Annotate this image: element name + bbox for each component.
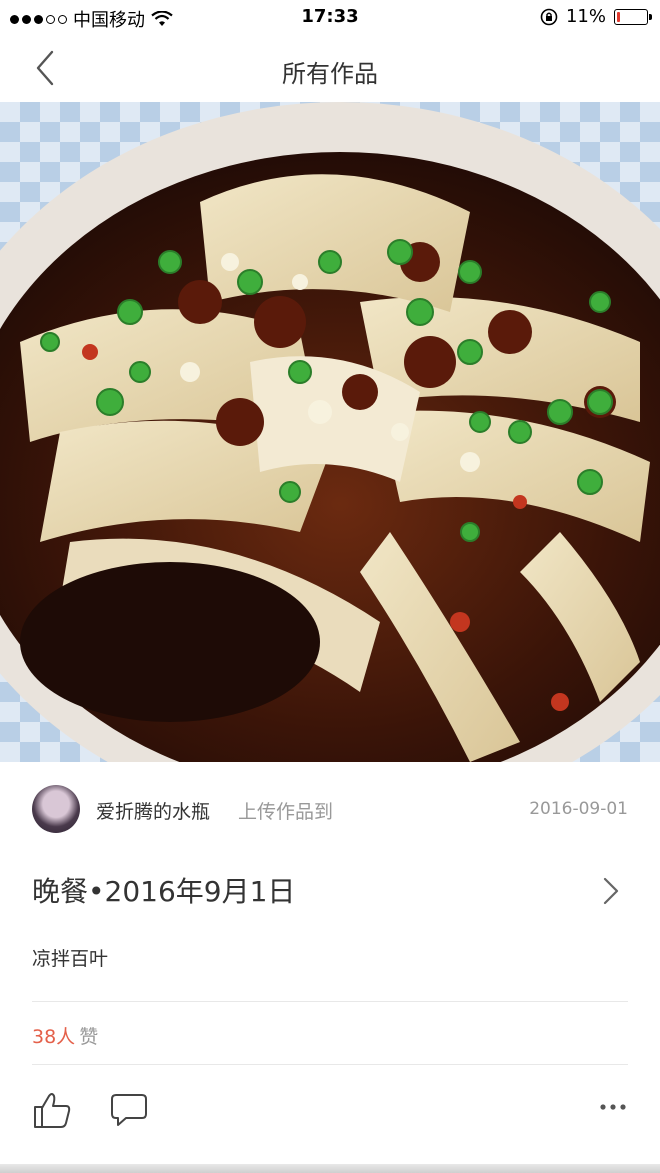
author-name[interactable]: 爱折腾的水瓶 bbox=[96, 797, 210, 824]
battery-percent: 11% bbox=[565, 6, 606, 27]
avatar[interactable] bbox=[32, 785, 80, 833]
action-bar bbox=[0, 1076, 660, 1146]
likes-count: 38人 bbox=[32, 1026, 76, 1048]
likes-summary[interactable]: 38人赞 bbox=[32, 1022, 98, 1049]
rotation-lock-icon bbox=[540, 8, 558, 25]
author-row: 爱折腾的水瓶 上传作品到 2016-09-01 bbox=[0, 762, 660, 858]
food-photo bbox=[0, 102, 660, 762]
more-icon[interactable] bbox=[600, 1102, 626, 1112]
post-date: 2016-09-01 bbox=[529, 799, 628, 819]
chevron-right-icon[interactable] bbox=[600, 876, 622, 906]
upload-action-text: 上传作品到 bbox=[238, 801, 334, 823]
likes-label: 赞 bbox=[79, 1026, 99, 1048]
status-bar: 中国移动 17:33 11% bbox=[0, 0, 660, 34]
post-image[interactable] bbox=[0, 102, 660, 762]
divider bbox=[32, 1001, 628, 1002]
next-item-peek bbox=[0, 1164, 660, 1173]
comment-icon[interactable] bbox=[110, 1092, 148, 1128]
battery-icon bbox=[614, 8, 652, 25]
post-title-row[interactable]: 晚餐•2016年9月1日 bbox=[0, 858, 660, 922]
nav-bar: 所有作品 bbox=[0, 34, 660, 102]
post-description: 凉拌百叶 bbox=[32, 948, 109, 970]
status-right: 11% bbox=[540, 6, 652, 27]
divider bbox=[32, 1064, 628, 1065]
page-title: 所有作品 bbox=[282, 60, 378, 88]
post-title: 晚餐•2016年9月1日 bbox=[32, 875, 296, 908]
thumbs-up-icon[interactable] bbox=[32, 1090, 72, 1130]
